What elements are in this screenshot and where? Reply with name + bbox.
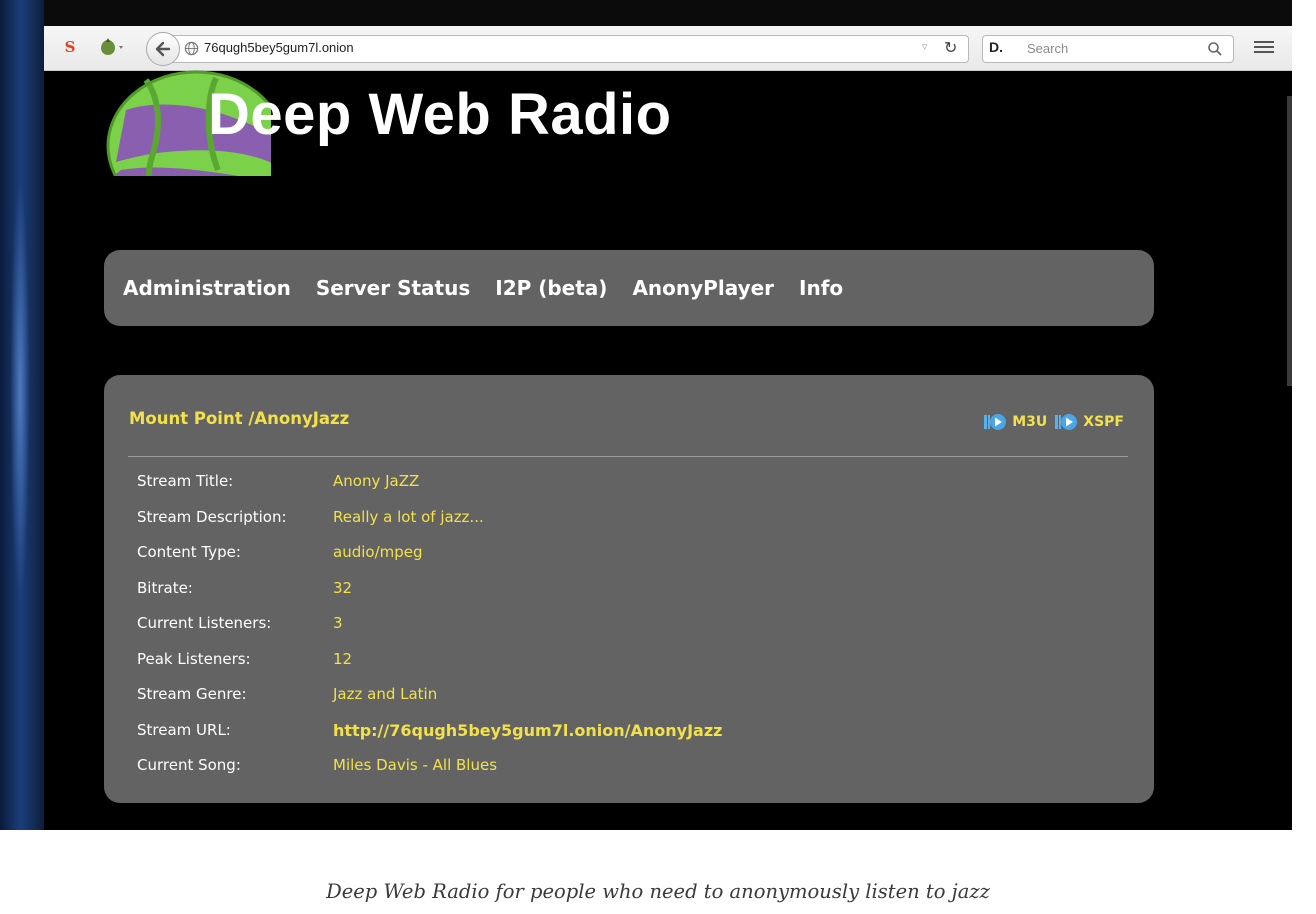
info-row-stream-genre: Stream Genre: Jazz and Latin: [137, 685, 722, 721]
browser-toolbar: S 76qugh5bey5gum7l.onion ▿ ↻ D. Search: [44, 26, 1292, 71]
mount-point-title: Mount Point /AnonyJazz: [129, 409, 350, 428]
url-dropdown-icon[interactable]: ▿: [922, 40, 928, 53]
url-text[interactable]: 76qugh5bey5gum7l.onion: [204, 40, 354, 55]
left-edge-glow: [0, 0, 46, 830]
info-value: 32: [333, 578, 353, 597]
toolbar-top-strip: [44, 0, 1292, 26]
playlist-links: M3U XSPF: [976, 412, 1124, 432]
info-label: Stream Genre:: [137, 685, 247, 703]
info-label: Current Listeners:: [137, 614, 272, 632]
nav-item-server-status[interactable]: Server Status: [316, 276, 470, 300]
stream-info-table: Stream Title: Anony JaZZ Stream Descript…: [137, 472, 722, 792]
m3u-label[interactable]: M3U: [1012, 414, 1047, 430]
info-label: Current Song:: [137, 756, 241, 774]
info-value: 3: [333, 614, 343, 632]
info-label: Peak Listeners:: [137, 649, 251, 668]
info-row-bitrate: Bitrate: 32: [137, 579, 722, 615]
xspf-link[interactable]: XSPF: [1055, 412, 1124, 432]
site-title: Deep Web Radio: [208, 82, 672, 147]
info-row-current-listeners: Current Listeners: 3: [137, 614, 722, 650]
back-button[interactable]: [146, 32, 180, 66]
m3u-link[interactable]: M3U: [984, 412, 1047, 432]
nav-item-anonyplayer[interactable]: AnonyPlayer: [632, 276, 774, 300]
browser-screenshot: S 76qugh5bey5gum7l.onion ▿ ↻ D. Search D…: [44, 0, 1292, 830]
info-value: 12: [333, 649, 353, 668]
nav-item-info[interactable]: Info: [799, 276, 843, 300]
mount-point-panel: Mount Point /AnonyJazz M3U XSPF Stream T…: [104, 375, 1154, 803]
nav-item-administration[interactable]: Administration: [123, 276, 291, 300]
search-input[interactable]: Search: [1027, 41, 1068, 56]
reload-icon[interactable]: ↻: [944, 38, 957, 57]
info-label: Bitrate:: [137, 578, 193, 597]
hamburger-menu-icon[interactable]: [1254, 38, 1274, 56]
info-row-content-type: Content Type: audio/mpeg: [137, 543, 722, 579]
info-label: Stream URL:: [137, 720, 231, 739]
search-engine-selector[interactable]: D.: [989, 39, 1003, 55]
info-row-stream-url: Stream URL: http://76qugh5bey5gum7l.onio…: [137, 721, 722, 757]
info-row-stream-title: Stream Title: Anony JaZZ: [137, 472, 722, 508]
extension-icon[interactable]: [98, 37, 126, 57]
info-value: Jazz and Latin: [333, 685, 438, 703]
stream-url-link[interactable]: http://76qugh5bey5gum7l.onion/AnonyJazz: [333, 721, 722, 740]
xspf-label[interactable]: XSPF: [1083, 414, 1124, 430]
info-row-peak-listeners: Peak Listeners: 12: [137, 650, 722, 686]
info-label: Stream Description:: [137, 507, 287, 526]
info-value: Anony JaZZ: [333, 472, 420, 490]
globe-icon: [184, 41, 199, 56]
info-value: Really a lot of jazz...: [333, 507, 484, 526]
search-box[interactable]: D. Search: [982, 35, 1234, 63]
nav-item-i2p-beta[interactable]: I2P (beta): [495, 276, 607, 300]
url-bar[interactable]: 76qugh5bey5gum7l.onion ▿ ↻: [170, 35, 969, 63]
main-nav: Administration Server Status I2P (beta) …: [104, 250, 1154, 326]
scrollbar-thumb[interactable]: [1287, 96, 1292, 386]
info-row-current-song: Current Song: Miles Davis - All Blues: [137, 756, 722, 792]
info-label: Content Type:: [137, 543, 241, 561]
panel-divider: [128, 456, 1128, 457]
search-icon[interactable]: [1207, 41, 1223, 57]
info-value: Miles Davis - All Blues: [333, 756, 498, 774]
stumbleupon-icon[interactable]: S: [60, 37, 80, 57]
back-arrow-icon: [155, 41, 171, 57]
info-label: Stream Title:: [137, 472, 234, 490]
info-value: audio/mpeg: [333, 543, 423, 561]
playlist-icon: [1055, 414, 1078, 430]
playlist-icon: [984, 414, 1007, 430]
image-caption: Deep Web Radio for people who need to an…: [326, 879, 990, 903]
info-row-stream-description: Stream Description: Really a lot of jazz…: [137, 508, 722, 544]
